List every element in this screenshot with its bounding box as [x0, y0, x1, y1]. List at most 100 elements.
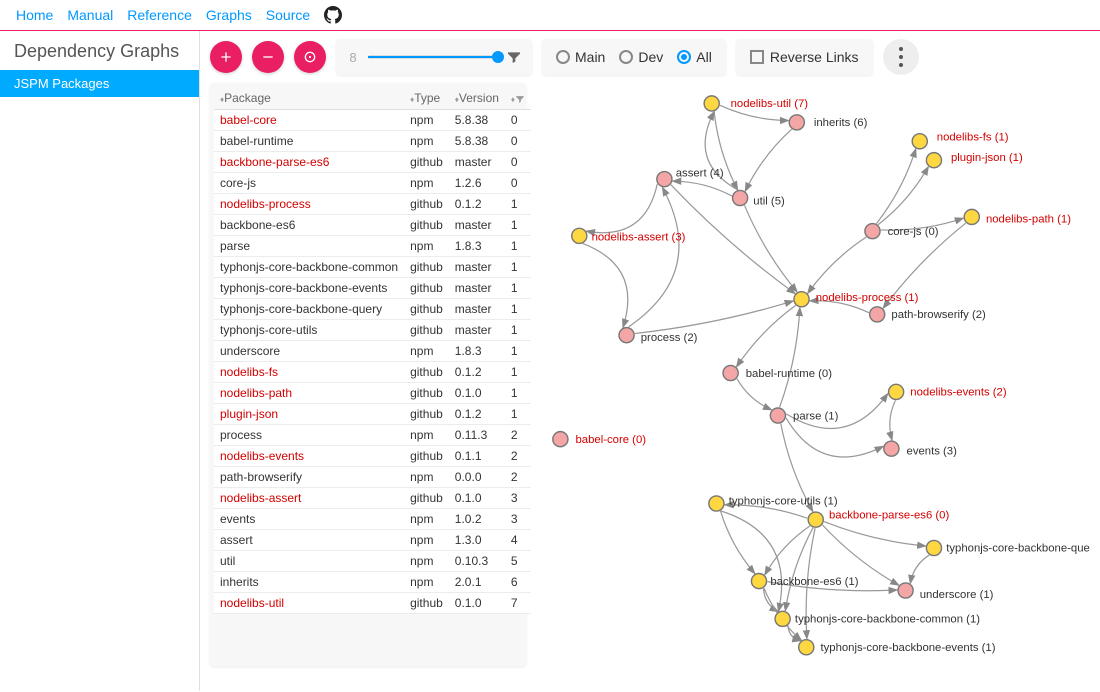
graph-node[interactable]: nodelibs-util (7) — [704, 96, 808, 111]
graph-node[interactable]: backbone-parse-es6 (0) — [808, 510, 949, 528]
table-row[interactable]: processnpm0.11.32 — [214, 425, 531, 446]
table-row[interactable]: eventsnpm1.0.23 — [214, 509, 531, 530]
cell-package: backbone-parse-es6 — [214, 152, 404, 173]
target-icon — [302, 49, 318, 65]
nav-home[interactable]: Home — [16, 7, 53, 23]
nav-manual[interactable]: Manual — [67, 7, 113, 23]
graph-node[interactable]: nodelibs-fs (1) — [912, 131, 1009, 149]
graph-node[interactable]: typhonjs-core-backbone-events (1) — [799, 640, 996, 655]
cell-version: 0.1.0 — [449, 488, 505, 509]
cell-type: npm — [404, 572, 449, 593]
radio-icon — [677, 50, 691, 64]
graph-node[interactable]: typhonjs-core-backbone-query (1) — [926, 540, 1090, 555]
table-row[interactable]: nodelibs-utilgithub0.1.07 — [214, 593, 531, 614]
table-row[interactable]: backbone-es6githubmaster1 — [214, 215, 531, 236]
cell-package: typhonjs-core-utils — [214, 320, 404, 341]
svg-text:nodelibs-process (1): nodelibs-process (1) — [816, 292, 919, 304]
svg-text:events (3): events (3) — [907, 445, 958, 457]
radio-icon — [619, 50, 633, 64]
reset-button[interactable] — [294, 41, 326, 73]
graph-node[interactable]: parse (1) — [770, 408, 838, 423]
table-row[interactable]: babel-runtimenpm5.8.380 — [214, 131, 531, 152]
table-row[interactable]: core-jsnpm1.2.60 — [214, 173, 531, 194]
cell-type: github — [404, 383, 449, 404]
graph-node[interactable]: backbone-es6 (1) — [751, 574, 858, 589]
cell-type: npm — [404, 425, 449, 446]
graph-node[interactable]: plugin-json (1) — [926, 152, 1023, 168]
graph-node[interactable]: nodelibs-assert (3) — [572, 228, 686, 243]
nav-graphs[interactable]: Graphs — [206, 7, 252, 23]
table-row[interactable]: nodelibs-fsgithub0.1.21 — [214, 362, 531, 383]
cell-version: 0.0.0 — [449, 467, 505, 488]
sidebar-item-jspm-packages[interactable]: JSPM Packages — [0, 70, 199, 97]
table-row[interactable]: utilnpm0.10.35 — [214, 551, 531, 572]
table-row[interactable]: path-browserifynpm0.0.02 — [214, 467, 531, 488]
zoom-out-button[interactable] — [252, 41, 284, 73]
graph-node[interactable]: inherits (6) — [789, 115, 867, 130]
scope-all[interactable]: All — [677, 49, 712, 65]
graph-node[interactable]: underscore (1) — [898, 583, 994, 601]
table-row[interactable]: nodelibs-assertgithub0.1.03 — [214, 488, 531, 509]
depth-slider[interactable] — [368, 55, 498, 59]
table-row[interactable]: parsenpm1.8.31 — [214, 236, 531, 257]
svg-text:typhonjs-core-utils (1): typhonjs-core-utils (1) — [729, 495, 838, 507]
table-row[interactable]: assertnpm1.3.04 — [214, 530, 531, 551]
scope-dev[interactable]: Dev — [619, 49, 663, 65]
table-row[interactable]: typhonjs-core-utilsgithubmaster1 — [214, 320, 531, 341]
nav-reference[interactable]: Reference — [127, 7, 192, 23]
col-type[interactable]: ♦Type — [404, 87, 449, 110]
dependency-graph[interactable]: nodelibs-util (7) inherits (6) nodelibs-fs… — [532, 83, 1090, 666]
content: 8 Main Dev All — [200, 31, 1100, 691]
cell-version: 0.1.2 — [449, 194, 505, 215]
cell-version: 0.1.0 — [449, 383, 505, 404]
cell-count: 2 — [505, 425, 531, 446]
cell-version: master — [449, 278, 505, 299]
graph-node[interactable]: core-js (0) — [865, 224, 939, 239]
col-count[interactable]: ♦ — [505, 87, 531, 110]
cell-package: nodelibs-events — [214, 446, 404, 467]
table-row[interactable]: nodelibs-processgithub0.1.21 — [214, 194, 531, 215]
table-row[interactable]: nodelibs-eventsgithub0.1.12 — [214, 446, 531, 467]
graph-node[interactable]: nodelibs-events (2) — [889, 384, 1007, 399]
graph-node[interactable]: path-browserify (2) — [870, 307, 986, 322]
more-menu-button[interactable] — [883, 39, 919, 75]
table-row[interactable]: typhonjs-core-backbone-eventsgithubmaste… — [214, 278, 531, 299]
table-row[interactable]: backbone-parse-es6githubmaster0 — [214, 152, 531, 173]
table-row[interactable]: underscorenpm1.8.31 — [214, 341, 531, 362]
graph-node[interactable]: typhonjs-core-backbone-common (1) — [775, 611, 980, 626]
scope-main[interactable]: Main — [556, 49, 605, 65]
cell-type: github — [404, 257, 449, 278]
table-row[interactable]: inheritsnpm2.0.16 — [214, 572, 531, 593]
cell-package: nodelibs-process — [214, 194, 404, 215]
table-row[interactable]: nodelibs-pathgithub0.1.01 — [214, 383, 531, 404]
graph-node[interactable]: nodelibs-process (1) — [794, 292, 919, 307]
nav-source[interactable]: Source — [266, 7, 310, 23]
col-package[interactable]: ♦Package — [214, 87, 404, 110]
zoom-in-button[interactable] — [210, 41, 242, 73]
graph-node[interactable]: babel-runtime (0) — [723, 365, 832, 380]
col-version[interactable]: ♦Version — [449, 87, 505, 110]
graph-node[interactable]: events (3) — [884, 441, 957, 457]
svg-text:underscore (1): underscore (1) — [920, 589, 994, 601]
graph-node[interactable]: babel-core (0) — [553, 432, 646, 447]
cell-type: npm — [404, 236, 449, 257]
graph-node[interactable]: nodelibs-path (1) — [964, 209, 1071, 225]
reverse-links-checkbox[interactable]: Reverse Links — [750, 49, 859, 65]
graph-node[interactable]: assert (4) — [657, 167, 724, 186]
github-icon[interactable] — [324, 6, 342, 24]
table-row[interactable]: typhonjs-core-backbone-commongithubmaste… — [214, 257, 531, 278]
cell-version: master — [449, 215, 505, 236]
sidebar: Dependency Graphs JSPM Packages — [0, 31, 200, 691]
table-row[interactable]: babel-corenpm5.8.380 — [214, 110, 531, 131]
svg-text:process (2): process (2) — [641, 332, 698, 344]
cell-type: github — [404, 152, 449, 173]
cell-count: 1 — [505, 341, 531, 362]
table-row[interactable]: typhonjs-core-backbone-querygithubmaster… — [214, 299, 531, 320]
cell-count: 1 — [505, 362, 531, 383]
scope-segment: Main Dev All — [542, 39, 726, 75]
graph-node[interactable]: util (5) — [733, 190, 786, 207]
svg-text:backbone-parse-es6 (0): backbone-parse-es6 (0) — [829, 510, 949, 522]
cell-version: 1.3.0 — [449, 530, 505, 551]
cell-package: process — [214, 425, 404, 446]
table-row[interactable]: plugin-jsongithub0.1.21 — [214, 404, 531, 425]
